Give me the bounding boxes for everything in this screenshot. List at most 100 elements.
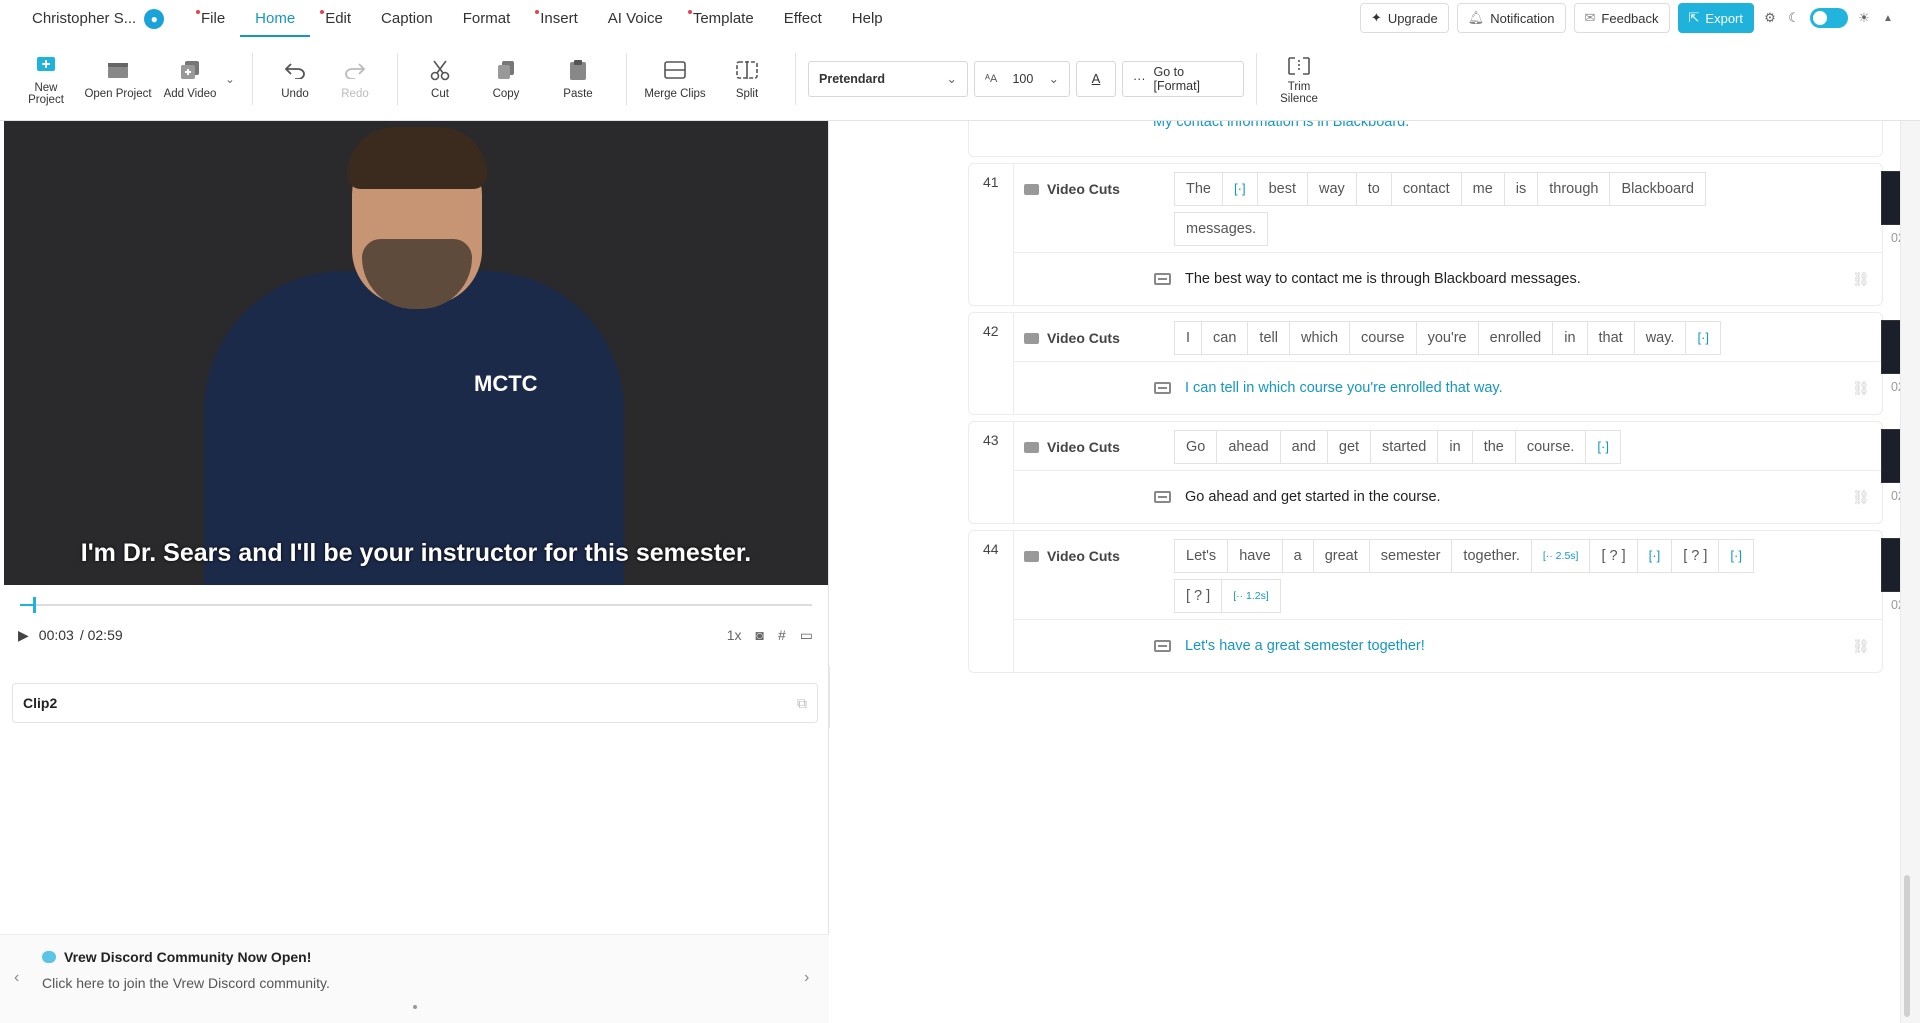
word-chip[interactable]: great bbox=[1312, 539, 1370, 573]
word-chip[interactable]: which bbox=[1288, 321, 1351, 355]
word-chip[interactable]: messages. bbox=[1174, 212, 1269, 246]
word-chip[interactable]: enrolled bbox=[1477, 321, 1554, 355]
silence-chip[interactable]: [·] bbox=[1685, 321, 1722, 355]
link-icon[interactable]: ⛓ bbox=[1852, 489, 1870, 505]
word-chip[interactable]: to bbox=[1355, 172, 1392, 206]
redo-button[interactable]: Redo bbox=[325, 49, 385, 109]
word-chip[interactable]: the bbox=[1471, 430, 1516, 464]
word-chip[interactable]: [ ? ] bbox=[1589, 539, 1638, 573]
word-chip[interactable]: can bbox=[1201, 321, 1249, 355]
menu-ai-voice[interactable]: AI Voice bbox=[593, 0, 678, 37]
transcript-row[interactable]: 42 Video Cuts Ican tell which course you're enr… bbox=[968, 312, 1883, 415]
word-chip[interactable]: you're bbox=[1415, 321, 1479, 355]
word-chip[interactable]: contact bbox=[1390, 172, 1462, 206]
word-chip[interactable]: best bbox=[1256, 172, 1308, 206]
chevron-left-icon[interactable]: ‹ bbox=[14, 969, 19, 987]
user-avatar-icon[interactable]: ● bbox=[144, 8, 165, 29]
transcript-row[interactable]: 41 Video Cuts The [·] best way to contact me is th… bbox=[968, 163, 1883, 306]
word-chip[interactable]: and bbox=[1279, 430, 1328, 464]
menu-caption[interactable]: Caption bbox=[366, 0, 448, 37]
go-to-format-button[interactable]: ··· Go to [Format] bbox=[1122, 60, 1244, 97]
word-chip[interactable]: The bbox=[1174, 172, 1223, 206]
play-icon[interactable]: ▶ bbox=[18, 627, 29, 644]
text-color-button[interactable]: A bbox=[1076, 60, 1116, 97]
silence-chip[interactable]: [·] bbox=[1636, 539, 1673, 573]
settings-gear-icon[interactable]: ⚙ bbox=[1762, 10, 1778, 26]
menu-template[interactable]: Template bbox=[678, 0, 769, 37]
word-chip[interactable]: through bbox=[1537, 172, 1611, 206]
paste-button[interactable]: Paste bbox=[542, 49, 614, 109]
silence-chip[interactable]: [·] bbox=[1718, 539, 1754, 573]
word-chip[interactable]: that bbox=[1586, 321, 1635, 355]
grid-icon[interactable]: # bbox=[778, 627, 786, 643]
word-chip[interactable]: Blackboard bbox=[1609, 172, 1706, 206]
link-icon[interactable]: ⛓ bbox=[1852, 638, 1870, 654]
subtitle-line[interactable]: The best way to contact me is through Bl… bbox=[1014, 253, 1882, 305]
subtitle-text[interactable]: Let's have a great semester together! bbox=[1185, 638, 1425, 654]
word-chip[interactable]: I bbox=[1174, 321, 1203, 355]
discord-notice[interactable]: ‹ Vrew Discord Community Now Open! Click… bbox=[0, 934, 829, 1023]
word-chip[interactable]: tell bbox=[1247, 321, 1290, 355]
subtitle-toggle-icon[interactable]: ▭ bbox=[800, 627, 813, 644]
video-preview[interactable]: MCTC I'm Dr. Sears and I'll be your inst… bbox=[4, 121, 828, 585]
menu-home[interactable]: Home bbox=[240, 0, 311, 37]
playback-speed[interactable]: 1x bbox=[727, 627, 742, 643]
subtitle-text[interactable]: Go ahead and get started in the course. bbox=[1185, 489, 1441, 505]
menu-insert[interactable]: Insert bbox=[525, 0, 593, 37]
subtitle-text[interactable]: The best way to contact me is through Bl… bbox=[1185, 271, 1581, 287]
menu-effect[interactable]: Effect bbox=[769, 0, 837, 37]
word-chip[interactable]: Let's bbox=[1174, 539, 1229, 573]
silence-chip[interactable]: [·] bbox=[1585, 430, 1621, 464]
word-chip[interactable]: course. bbox=[1514, 430, 1587, 464]
theme-toggle[interactable] bbox=[1810, 8, 1848, 28]
subtitle-text[interactable]: My contact information is in Blackboard. bbox=[1153, 121, 1409, 129]
scrollbar-thumb[interactable] bbox=[1904, 875, 1910, 1017]
word-chip[interactable]: me bbox=[1460, 172, 1505, 206]
word-chip[interactable]: in bbox=[1437, 430, 1473, 464]
merge-clips-button[interactable]: Merge Clips bbox=[639, 49, 711, 109]
carousel-dot[interactable] bbox=[413, 1005, 417, 1009]
export-button[interactable]: ⇱ Export bbox=[1677, 3, 1754, 33]
timeline-scrubber[interactable] bbox=[20, 597, 812, 613]
menu-file[interactable]: File bbox=[186, 0, 240, 37]
word-chip[interactable]: have bbox=[1227, 539, 1283, 573]
font-size-select[interactable]: ᴬA 100 ⌄ bbox=[974, 60, 1070, 97]
word-chip[interactable]: in bbox=[1552, 321, 1588, 355]
subtitle-line[interactable]: I can tell in which course you're enroll… bbox=[1014, 362, 1882, 414]
menu-edit[interactable]: Edit bbox=[310, 0, 366, 37]
feedback-button[interactable]: ✉ Feedback bbox=[1573, 3, 1670, 33]
subtitle-text[interactable]: I can tell in which course you're enroll… bbox=[1185, 380, 1503, 396]
transcript-row[interactable]: 44 Video Cuts Let's have a great semester toget… bbox=[968, 530, 1883, 673]
add-video-button[interactable]: Add Video bbox=[160, 49, 220, 109]
clip-selector[interactable]: Clip2 ⧉ bbox=[12, 683, 818, 723]
copy-button[interactable]: Copy bbox=[470, 49, 542, 109]
link-icon[interactable]: ⛓ bbox=[1852, 380, 1870, 396]
transcript-row[interactable]: 43 Video Cuts Go ahead and get started in the cou… bbox=[968, 421, 1883, 524]
word-chip[interactable]: course bbox=[1349, 321, 1417, 355]
open-external-icon[interactable]: ⧉ bbox=[797, 695, 807, 712]
link-icon[interactable]: ⛓ bbox=[1852, 271, 1870, 287]
open-project-button[interactable]: Open Project bbox=[76, 49, 160, 109]
subtitle-line[interactable]: Go ahead and get started in the course. ⛓ bbox=[1014, 471, 1882, 523]
word-chip[interactable]: way bbox=[1306, 172, 1357, 206]
word-chip[interactable]: way. bbox=[1633, 321, 1687, 355]
silence-chip[interactable]: [·· 1.2s] bbox=[1221, 579, 1281, 613]
word-chip[interactable]: a bbox=[1281, 539, 1314, 573]
word-chip[interactable]: ahead bbox=[1216, 430, 1281, 464]
upgrade-button[interactable]: ✦ Upgrade bbox=[1359, 3, 1449, 33]
menu-help[interactable]: Help bbox=[837, 0, 898, 37]
word-chip[interactable]: Go bbox=[1174, 430, 1218, 464]
word-chip[interactable]: semester bbox=[1368, 539, 1453, 573]
collapse-up-icon[interactable]: ▲ bbox=[1880, 10, 1896, 26]
silence-chip[interactable]: [·] bbox=[1222, 172, 1258, 206]
word-chip[interactable]: is bbox=[1503, 172, 1539, 206]
undo-button[interactable]: Undo bbox=[265, 49, 325, 109]
cut-button[interactable]: Cut bbox=[410, 49, 470, 109]
split-button[interactable]: Split bbox=[711, 49, 783, 109]
chevron-right-icon[interactable]: › bbox=[804, 969, 809, 987]
word-chip[interactable]: together. bbox=[1451, 539, 1532, 573]
trim-silence-button[interactable]: Trim Silence bbox=[1269, 49, 1329, 109]
silence-chip[interactable]: [·· 2.5s] bbox=[1530, 539, 1591, 573]
word-chip[interactable]: started bbox=[1370, 430, 1439, 464]
word-chip[interactable]: [ ? ] bbox=[1174, 579, 1223, 613]
